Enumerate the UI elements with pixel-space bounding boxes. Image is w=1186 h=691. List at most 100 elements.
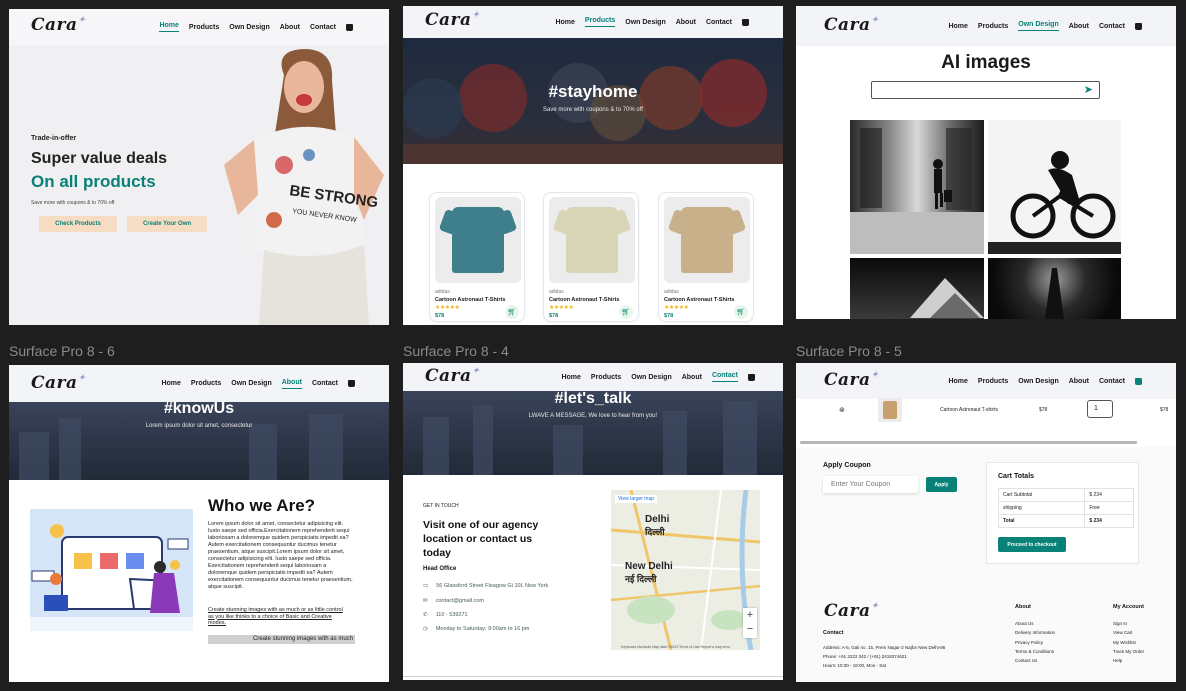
footer-link[interactable]: Track My Order <box>1113 647 1144 656</box>
quantity-input[interactable]: 1 <box>1087 400 1113 418</box>
product-image[interactable] <box>435 197 521 283</box>
nav-products[interactable]: Products <box>584 17 616 27</box>
map-label-delhi-hi: दिल्ली <box>645 527 665 537</box>
logo[interactable]: Cara <box>31 15 85 35</box>
product-name: Cartoon Astronaut T-Shirts <box>549 297 620 303</box>
footer-link[interactable]: Sign In <box>1113 619 1144 628</box>
nav-own-design[interactable]: Own Design <box>1018 378 1058 385</box>
footer-link[interactable]: View Cart <box>1113 628 1144 637</box>
footer-link[interactable]: My Wishlist <box>1113 638 1144 647</box>
nav-home[interactable]: Home <box>561 374 580 381</box>
footer-link[interactable]: Delivery Information <box>1015 628 1055 637</box>
totals-label: Cart Subtotal <box>997 488 1086 502</box>
product-card[interactable]: adidas Cartoon Astronaut T-Shirts ★★★★★ $78… <box>429 192 525 322</box>
bag-icon[interactable] <box>748 373 755 381</box>
bag-icon[interactable] <box>1135 22 1142 30</box>
nav-own-design[interactable]: Own Design <box>229 24 269 31</box>
generated-image-3[interactable] <box>850 258 984 319</box>
nav-contact[interactable]: Contact <box>706 19 732 26</box>
generated-image-2[interactable] <box>988 120 1121 254</box>
nav-own-design[interactable]: Own Design <box>231 380 271 387</box>
nav-products[interactable]: Products <box>591 374 621 381</box>
product-name: Cartoon Astronaut T-Shirts <box>435 297 506 303</box>
marquee-text: Create stunning images with as much <box>252 636 353 642</box>
footer-link[interactable]: Terms & Conditions <box>1015 647 1055 656</box>
nav-about[interactable]: About <box>1069 378 1089 385</box>
head-office-label: Head Office <box>423 566 457 572</box>
bag-icon[interactable] <box>348 380 355 387</box>
nav-home[interactable]: Home <box>948 23 967 30</box>
nav-products[interactable]: Products <box>978 23 1008 30</box>
logo[interactable]: Cara <box>31 373 85 393</box>
navbar: Cara Home Products Own Design About Cont… <box>403 6 783 38</box>
create-your-own-button[interactable]: Create Your Own <box>127 216 207 232</box>
footer-account-heading: My Account <box>1113 604 1144 610</box>
nav-own-design[interactable]: Own Design <box>1018 21 1059 31</box>
tower-image <box>1045 268 1064 319</box>
nav-home[interactable]: Home <box>159 22 179 32</box>
nav-about[interactable]: About <box>682 374 702 381</box>
horizontal-scrollbar[interactable] <box>800 441 1137 444</box>
nav-home[interactable]: Home <box>555 19 574 26</box>
footer-logo[interactable]: Cara <box>824 601 878 621</box>
nav-contact[interactable]: Contact <box>1099 23 1125 30</box>
about-link-text[interactable]: Create stunning images with as much or a… <box>208 607 346 627</box>
cart-icon[interactable]: 🛒︎ <box>505 305 519 319</box>
google-map[interactable]: View larger map Delhi दिल्ली New Delhi न… <box>611 490 760 650</box>
logo[interactable]: Cara <box>425 366 479 386</box>
nav-contact[interactable]: Contact <box>1099 378 1125 385</box>
remove-item-icon[interactable]: ⊗ <box>839 406 845 414</box>
send-icon[interactable]: ➤ <box>1084 83 1093 96</box>
prompt-input[interactable]: ➤ <box>871 81 1100 99</box>
footer-link[interactable]: About Us <box>1015 619 1055 628</box>
product-card[interactable]: adidas Cartoon Astronaut T-Shirts ★★★★★ $78… <box>658 192 754 322</box>
zoom-in-icon[interactable]: + <box>743 608 757 622</box>
nav-own-design[interactable]: Own Design <box>631 374 671 381</box>
generated-image-1[interactable] <box>850 120 984 254</box>
logo[interactable]: Cara <box>824 370 878 390</box>
airport-scene-image <box>850 128 984 254</box>
nav-about[interactable]: About <box>1069 23 1089 30</box>
frame-label-4: Surface Pro 8 - 4 <box>403 343 509 359</box>
nav-home[interactable]: Home <box>161 380 180 387</box>
nav-about[interactable]: About <box>281 379 302 389</box>
bag-icon[interactable] <box>1135 377 1142 385</box>
nav-contact[interactable]: Contact <box>711 372 738 382</box>
bag-icon[interactable] <box>742 18 749 26</box>
nav-about[interactable]: About <box>280 24 300 31</box>
email-text[interactable]: contact@gmail.com <box>436 598 484 604</box>
bag-icon[interactable] <box>346 23 353 31</box>
zoom-out-icon[interactable]: − <box>743 622 757 636</box>
product-image[interactable] <box>549 197 635 283</box>
generated-image-4[interactable] <box>988 258 1121 319</box>
view-larger-map-link[interactable]: View larger map <box>615 495 658 503</box>
get-in-touch: GET IN TOUCH <box>423 503 459 509</box>
nav-products[interactable]: Products <box>189 24 219 31</box>
footer-link[interactable]: Contact Us <box>1015 656 1055 665</box>
email-row: ✉ contact@gmail.com <box>423 598 484 604</box>
nav-about[interactable]: About <box>676 19 696 26</box>
totals-row: shipping Free <box>997 501 1134 515</box>
nav-contact[interactable]: Contact <box>312 380 338 387</box>
logo[interactable]: Cara <box>425 10 479 30</box>
nav-home[interactable]: Home <box>948 378 967 385</box>
nav-products[interactable]: Products <box>978 378 1008 385</box>
footer-hours: Hours: 10:30 - 18:00, Mon - Sat <box>823 663 887 668</box>
nav-own-design[interactable]: Own Design <box>625 19 665 26</box>
product-image[interactable] <box>664 197 750 283</box>
check-products-button[interactable]: Check Products <box>39 216 117 232</box>
logo[interactable]: Cara <box>824 15 878 35</box>
phone-text[interactable]: 110 - 539271 <box>436 612 468 618</box>
proceed-to-checkout-button[interactable]: Proceed to checkout <box>998 537 1066 552</box>
apply-coupon-button[interactable]: Apply <box>926 477 957 492</box>
product-card[interactable]: adidas Cartoon Astronaut T-Shirts ★★★★★ $78… <box>543 192 639 322</box>
cart-icon[interactable]: 🛒︎ <box>734 305 748 319</box>
footer-link[interactable]: Help <box>1113 656 1144 665</box>
map-label-new-delhi: New Delhi <box>625 561 673 572</box>
footer-link[interactable]: Privacy Policy <box>1015 638 1055 647</box>
coupon-input[interactable] <box>823 476 918 493</box>
nav-products[interactable]: Products <box>191 380 221 387</box>
cyclist-image <box>988 151 1121 254</box>
nav-contact[interactable]: Contact <box>310 24 336 31</box>
cart-icon[interactable]: 🛒︎ <box>619 305 633 319</box>
